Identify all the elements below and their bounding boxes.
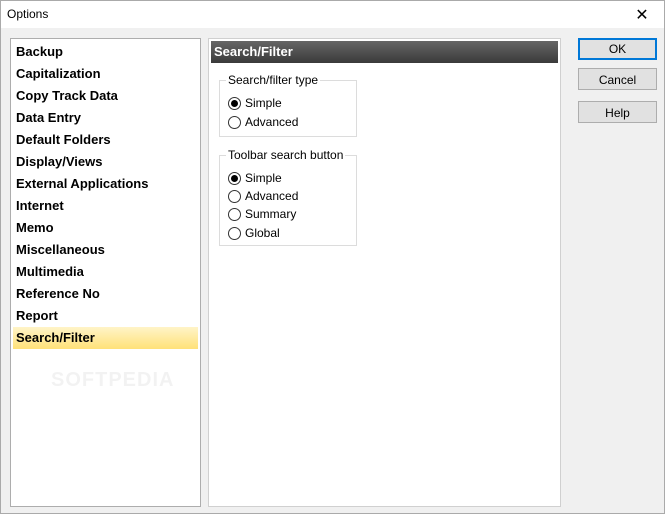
title-bar: Options ✕ xyxy=(1,1,664,28)
search-filter-type-group: Search/filter type Simple Advanced xyxy=(219,73,357,137)
nav-item-external-applications[interactable]: External Applications xyxy=(13,173,198,195)
nav-item-capitalization[interactable]: Capitalization xyxy=(13,63,198,85)
cancel-button[interactable]: Cancel xyxy=(578,68,657,90)
radio-label: Summary xyxy=(245,207,297,221)
close-icon: ✕ xyxy=(635,6,649,24)
nav-item-search-filter[interactable]: Search/Filter xyxy=(13,327,198,349)
radio-checked-icon xyxy=(228,96,241,110)
nav-item-miscellaneous[interactable]: Miscellaneous xyxy=(13,239,198,261)
radio-type-simple[interactable]: Simple xyxy=(228,94,282,112)
close-button[interactable]: ✕ xyxy=(620,1,664,28)
section-header: Search/Filter xyxy=(211,41,558,63)
nav-item-multimedia[interactable]: Multimedia xyxy=(13,261,198,283)
radio-unchecked-icon xyxy=(228,207,241,221)
radio-toolbar-simple[interactable]: Simple xyxy=(228,169,282,187)
options-window: Options ✕ Backup Capitalization Copy Tra… xyxy=(0,0,665,514)
radio-label: Global xyxy=(245,226,280,240)
radio-checked-icon xyxy=(228,171,241,185)
radio-type-advanced[interactable]: Advanced xyxy=(228,113,298,131)
radio-unchecked-icon xyxy=(228,115,241,129)
watermark: SOFTPEDIA xyxy=(51,369,175,391)
window-title: Options xyxy=(7,7,49,21)
nav-item-display-views[interactable]: Display/Views xyxy=(13,151,198,173)
group-label: Search/filter type xyxy=(226,73,321,87)
nav-item-report[interactable]: Report xyxy=(13,305,198,327)
help-button[interactable]: Help xyxy=(578,101,657,123)
group-label: Toolbar search button xyxy=(226,148,346,162)
nav-item-internet[interactable]: Internet xyxy=(13,195,198,217)
settings-panel: Search/Filter Search/filter type Simple … xyxy=(208,38,561,507)
toolbar-search-button-group: Toolbar search button Simple Advanced Su… xyxy=(219,148,357,246)
nav-item-default-folders[interactable]: Default Folders xyxy=(13,129,198,151)
nav-item-reference-no[interactable]: Reference No xyxy=(13,283,198,305)
radio-toolbar-summary[interactable]: Summary xyxy=(228,205,296,223)
nav-item-backup[interactable]: Backup xyxy=(13,41,198,63)
category-list[interactable]: Backup Capitalization Copy Track Data Da… xyxy=(10,38,201,507)
radio-toolbar-global[interactable]: Global xyxy=(228,224,280,242)
ok-button[interactable]: OK xyxy=(578,38,657,60)
radio-unchecked-icon xyxy=(228,189,241,203)
radio-label: Simple xyxy=(245,171,282,185)
nav-item-copy-track-data[interactable]: Copy Track Data xyxy=(13,85,198,107)
radio-label: Advanced xyxy=(245,189,299,203)
radio-toolbar-advanced[interactable]: Advanced xyxy=(228,187,298,205)
radio-label: Simple xyxy=(245,96,282,110)
nav-item-data-entry[interactable]: Data Entry xyxy=(13,107,198,129)
nav-item-memo[interactable]: Memo xyxy=(13,217,198,239)
radio-label: Advanced xyxy=(245,115,299,129)
radio-unchecked-icon xyxy=(228,226,241,240)
